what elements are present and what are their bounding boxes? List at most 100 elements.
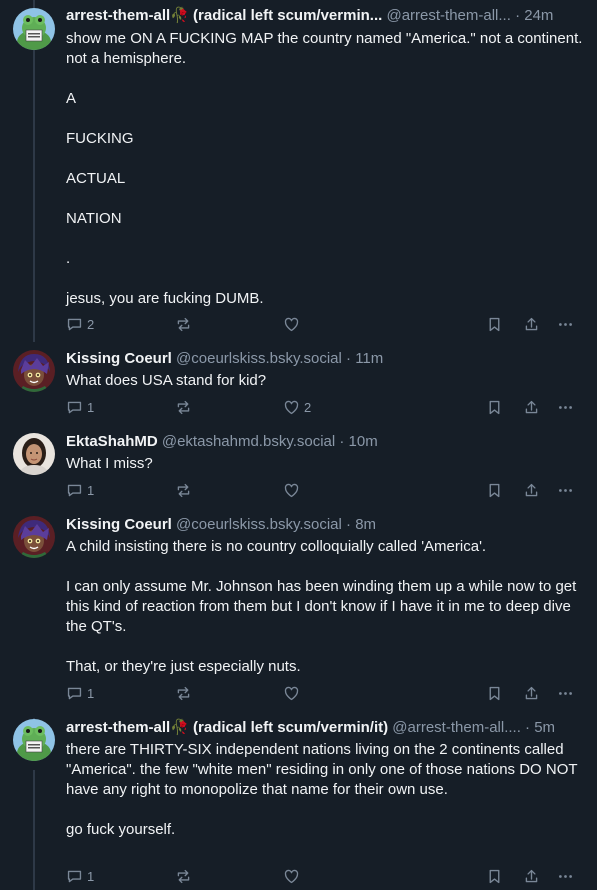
- more-options-button[interactable]: [557, 314, 574, 334]
- repost-icon: [177, 400, 190, 414]
- avatar[interactable]: [13, 719, 55, 761]
- repost-button[interactable]: [175, 866, 192, 886]
- reply-button[interactable]: 1: [66, 480, 94, 500]
- author-handle[interactable]: @coeurlskiss.bsky.social: [176, 516, 342, 533]
- share-icon: [525, 483, 538, 496]
- bookmark-icon: [489, 317, 500, 331]
- reply-icon: [67, 401, 82, 413]
- post-time[interactable]: · 10m: [339, 433, 377, 450]
- repost-icon: [177, 317, 190, 331]
- bookmark-icon: [489, 483, 500, 497]
- repost-icon: [177, 869, 190, 883]
- more-icon: [559, 322, 572, 326]
- post-time[interactable]: · 11m: [346, 350, 383, 367]
- bookmark-button[interactable]: [486, 866, 503, 886]
- heart-icon: [284, 686, 299, 700]
- heart-icon: [284, 483, 299, 497]
- repost-icon: [177, 483, 190, 497]
- reply-button[interactable]: 1: [66, 866, 94, 886]
- author-name[interactable]: Kissing Coeurl: [66, 516, 172, 533]
- reply-icon: [67, 318, 82, 330]
- more-options-button[interactable]: [557, 866, 574, 886]
- post-time[interactable]: · 24m: [515, 7, 553, 24]
- thread-line: [33, 0, 35, 8]
- reply-icon: [67, 687, 82, 699]
- reply-count: 1: [87, 399, 95, 415]
- like-count: 2: [304, 399, 312, 415]
- post-actions: 1: [66, 866, 586, 886]
- author-handle[interactable]: @ektashahmd.bsky.social: [162, 433, 335, 450]
- post-actions: 1 2: [66, 397, 586, 417]
- more-options-button[interactable]: [557, 480, 574, 500]
- bookmark-button[interactable]: [486, 314, 503, 334]
- heart-icon: [284, 400, 299, 414]
- post-text: What I miss?: [66, 455, 153, 472]
- reply-button[interactable]: 2: [66, 314, 94, 334]
- more-options-button[interactable]: [557, 397, 574, 417]
- like-button[interactable]: [283, 480, 304, 500]
- reply-button[interactable]: 1: [66, 397, 94, 417]
- more-icon: [559, 405, 572, 409]
- like-button[interactable]: [283, 866, 304, 886]
- author-name[interactable]: arrest-them-all🥀 (radical left scum/verm…: [66, 719, 388, 736]
- post-time[interactable]: · 5m: [525, 719, 555, 736]
- share-icon: [525, 686, 538, 699]
- post-actions: 1: [66, 683, 586, 703]
- reply-count: 2: [87, 316, 95, 332]
- share-button[interactable]: [523, 397, 540, 417]
- share-button[interactable]: [523, 866, 540, 886]
- reply-count: 1: [87, 482, 95, 498]
- bookmark-button[interactable]: [486, 397, 503, 417]
- author-handle[interactable]: @arrest-them-all....: [392, 719, 521, 736]
- repost-button[interactable]: [175, 397, 192, 417]
- avatar[interactable]: [13, 433, 55, 475]
- post-text: there are THIRTY-SIX independent nations…: [66, 741, 578, 838]
- post-time[interactable]: · 8m: [346, 516, 376, 533]
- avatar[interactable]: [13, 350, 55, 392]
- reply-icon: [67, 870, 82, 882]
- post-header: Kissing Coeurl @coeurlskiss.bsky.social …: [66, 348, 591, 370]
- more-icon: [559, 691, 572, 695]
- more-icon: [559, 488, 572, 492]
- thread-line: [33, 770, 35, 890]
- heart-icon: [284, 317, 299, 331]
- post-actions: 1: [66, 480, 586, 500]
- post-text: show me ON A FUCKING MAP the country nam…: [66, 30, 583, 307]
- author-handle[interactable]: @coeurlskiss.bsky.social: [176, 350, 342, 367]
- author-name[interactable]: arrest-them-all🥀 (radical left scum/verm…: [66, 7, 382, 24]
- bookmark-button[interactable]: [486, 480, 503, 500]
- repost-button[interactable]: [175, 683, 192, 703]
- bookmark-icon: [489, 400, 500, 414]
- author-name[interactable]: EktaShahMD: [66, 433, 158, 450]
- post-text: A child insisting there is no country co…: [66, 538, 577, 675]
- heart-icon: [284, 869, 299, 883]
- bookmark-icon: [489, 686, 500, 700]
- repost-icon: [177, 686, 190, 700]
- avatar[interactable]: [13, 8, 55, 50]
- like-button[interactable]: 2: [283, 397, 311, 417]
- share-icon: [525, 869, 538, 882]
- post-actions: 2: [66, 314, 586, 334]
- bookmark-icon: [489, 869, 500, 883]
- like-button[interactable]: [283, 314, 304, 334]
- share-button[interactable]: [523, 683, 540, 703]
- author-name[interactable]: Kissing Coeurl: [66, 350, 172, 367]
- thread-line: [33, 50, 35, 342]
- share-button[interactable]: [523, 314, 540, 334]
- reply-count: 1: [87, 868, 95, 884]
- reply-button[interactable]: 1: [66, 683, 94, 703]
- reply-icon: [67, 484, 82, 496]
- share-icon: [525, 317, 538, 330]
- post-header: EktaShahMD @ektashahmd.bsky.social · 10m: [66, 431, 591, 453]
- share-button[interactable]: [523, 480, 540, 500]
- post-header: Kissing Coeurl @coeurlskiss.bsky.social …: [66, 514, 591, 536]
- avatar[interactable]: [13, 516, 55, 558]
- post-text: What does USA stand for kid?: [66, 372, 267, 389]
- repost-button[interactable]: [175, 314, 192, 334]
- repost-button[interactable]: [175, 480, 192, 500]
- like-button[interactable]: [283, 683, 304, 703]
- more-options-button[interactable]: [557, 683, 574, 703]
- bookmark-button[interactable]: [486, 683, 503, 703]
- reply-count: 1: [87, 685, 95, 701]
- author-handle[interactable]: @arrest-them-all...: [386, 7, 510, 24]
